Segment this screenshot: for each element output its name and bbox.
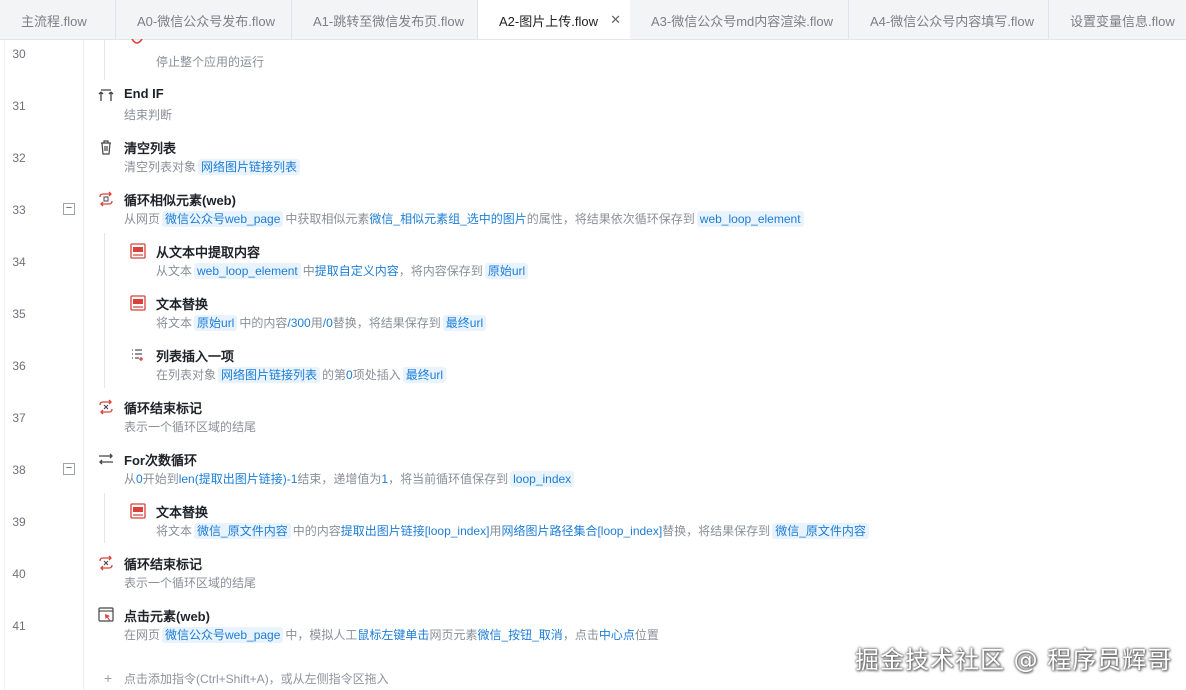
end-if-icon bbox=[98, 87, 114, 103]
instruction-desc: 将文本 微信_原文件内容 中的内容提取出图片链接[loop_index]用网络图片路… bbox=[156, 522, 871, 539]
instruction-row-loop-end[interactable]: 循环结束标记 表示一个循环区域的结尾 bbox=[84, 548, 1186, 600]
for-loop-icon bbox=[98, 451, 114, 467]
instruction-title: 点击元素(web) bbox=[124, 609, 210, 624]
list-insert-icon bbox=[130, 347, 146, 363]
tab-label: A3-微信公众号md内容渲染.flow bbox=[651, 13, 834, 29]
loop-end-icon bbox=[98, 399, 114, 415]
instruction-desc: 清空列表对象 网络图片链接列表 bbox=[124, 158, 302, 175]
instruction-title: 从文本中提取内容 bbox=[156, 245, 261, 260]
tab-a2-flow[interactable]: A2-图片上传.flow ✕ bbox=[478, 0, 630, 39]
tab-a1-flow[interactable]: A1-跳转至微信发布页.flow bbox=[292, 0, 478, 39]
instruction-title: 文本替换 bbox=[156, 505, 209, 520]
instruction-row-text-replace[interactable]: 文本替换 将文本 原始url 中的内容/300用/0替换，将结果保存到 最终url bbox=[84, 288, 1186, 340]
instruction-desc: 结束判断 bbox=[124, 108, 173, 122]
loop-end-icon bbox=[98, 555, 114, 571]
close-icon[interactable]: ✕ bbox=[610, 13, 621, 27]
instruction-desc: 在网页 微信公众号web_page 中，模拟人工鼠标左键单击网页元素微信_按钮_取消… bbox=[124, 627, 659, 643]
line-number: 39 bbox=[12, 515, 26, 529]
tab-label: A4-微信公众号内容填写.flow bbox=[870, 13, 1034, 29]
text-extract-icon bbox=[130, 243, 146, 259]
instruction-desc: 将文本 原始url 中的内容/300用/0替换，将结果保存到 最终url bbox=[156, 314, 488, 331]
instruction-row-loop-end[interactable]: 循环结束标记 表示一个循环区域的结尾 bbox=[84, 392, 1186, 444]
line-number: 36 bbox=[12, 359, 26, 373]
instruction-row-stop[interactable]: 停止整个应用的运行 bbox=[84, 39, 1186, 80]
tab-label: A0-微信公众号发布.flow bbox=[137, 13, 275, 29]
tab-a3-flow[interactable]: A3-微信公众号md内容渲染.flow bbox=[630, 0, 849, 39]
line-number: 37 bbox=[12, 411, 26, 425]
trash-icon bbox=[98, 139, 114, 155]
instruction-row-clear-list[interactable]: 清空列表 清空列表对象 网络图片链接列表 bbox=[84, 132, 1186, 184]
line-number: 32 bbox=[12, 151, 26, 165]
instruction-desc: 从网页 微信公众号web_page 中获取相似元素微信_相似元素组_选中的图片的属性… bbox=[124, 210, 806, 227]
line-number: 31 bbox=[12, 99, 26, 113]
instruction-desc: 停止整个应用的运行 bbox=[156, 55, 265, 69]
watermark: 掘金技术社区 @ 程序员辉哥 bbox=[855, 646, 1173, 674]
tab-bar: 主流程.flow A0-微信公众号发布.flow A1-跳转至微信发布页.flo… bbox=[0, 0, 1186, 40]
instruction-title: End IF bbox=[124, 86, 164, 101]
tab-a0-flow[interactable]: A0-微信公众号发布.flow bbox=[116, 0, 292, 39]
tab-label: 主流程.flow bbox=[21, 13, 87, 29]
instruction-row-for-loop[interactable]: For次数循环 从0开始到len(提取出图片链接)-1结束，递增值为1，将当前循… bbox=[84, 444, 1186, 496]
instruction-title: 循环相似元素(web) bbox=[124, 193, 236, 208]
add-instruction-label: 点击添加指令(Ctrl+Shift+A)，或从左侧指令区拖入 bbox=[124, 672, 389, 686]
instruction-title: 列表插入一项 bbox=[156, 349, 235, 364]
line-number: 40 bbox=[12, 567, 26, 581]
tab-main-flow[interactable]: 主流程.flow bbox=[0, 0, 116, 39]
instruction-title: 循环结束标记 bbox=[124, 401, 203, 416]
tab-label: A2-图片上传.flow bbox=[499, 13, 598, 29]
tab-label: A1-跳转至微信发布页.flow bbox=[313, 13, 464, 29]
instruction-title: 循环结束标记 bbox=[124, 557, 203, 572]
instruction-row-end-if[interactable]: End IF 结束判断 bbox=[84, 80, 1186, 132]
instruction-desc: 表示一个循环区域的结尾 bbox=[124, 576, 257, 590]
loop-web-icon bbox=[98, 191, 114, 207]
instruction-row-list-insert[interactable]: 列表插入一项 在列表对象 网络图片链接列表 的第0项处插入 最终url bbox=[84, 340, 1186, 392]
instruction-desc: 表示一个循环区域的结尾 bbox=[124, 420, 257, 434]
collapse-toggle[interactable]: − bbox=[63, 463, 75, 475]
instruction-row-loop-web[interactable]: 循环相似元素(web) 从网页 微信公众号web_page 中获取相似元素微信_相似… bbox=[84, 184, 1186, 236]
line-number: 41 bbox=[12, 619, 26, 633]
tab-label: 设置变量信息.flow bbox=[1070, 13, 1175, 29]
line-number: 34 bbox=[12, 255, 26, 269]
instruction-row-text-extract[interactable]: 从文本中提取内容 从文本 web_loop_element 中提取自定义内容，将内容… bbox=[84, 236, 1186, 288]
instruction-row-text-replace[interactable]: 文本替换 将文本 微信_原文件内容 中的内容提取出图片链接[loop_index]用… bbox=[84, 496, 1186, 548]
add-instruction-hint[interactable]: + 点击添加指令(Ctrl+Shift+A)，或从左侧指令区拖入 bbox=[104, 670, 389, 687]
plus-icon: + bbox=[104, 670, 113, 686]
line-number: 30 bbox=[12, 47, 26, 61]
collapse-toggle[interactable]: − bbox=[63, 203, 75, 215]
line-number: 35 bbox=[12, 307, 26, 321]
tab-a4-flow[interactable]: A4-微信公众号内容填写.flow bbox=[849, 0, 1049, 39]
stop-icon bbox=[129, 36, 145, 52]
line-number: 38 bbox=[12, 463, 26, 477]
tab-settings-flow[interactable]: 设置变量信息.flow bbox=[1049, 0, 1186, 39]
instruction-desc: 在列表对象 网络图片链接列表 的第0项处插入 最终url bbox=[156, 366, 448, 383]
text-replace-icon bbox=[130, 295, 146, 311]
instruction-title: 文本替换 bbox=[156, 297, 209, 312]
instruction-title: 清空列表 bbox=[124, 141, 177, 156]
instruction-desc: 从文本 web_loop_element 中提取自定义内容，将内容保存到 原始url bbox=[156, 262, 530, 279]
click-web-icon bbox=[98, 607, 114, 623]
text-replace-icon bbox=[130, 503, 146, 519]
instruction-title: For次数循环 bbox=[124, 453, 197, 468]
line-number: 33 bbox=[12, 203, 26, 217]
instruction-desc: 从0开始到len(提取出图片链接)-1结束，递增值为1，将当前循环值保存到 loo… bbox=[124, 470, 576, 487]
